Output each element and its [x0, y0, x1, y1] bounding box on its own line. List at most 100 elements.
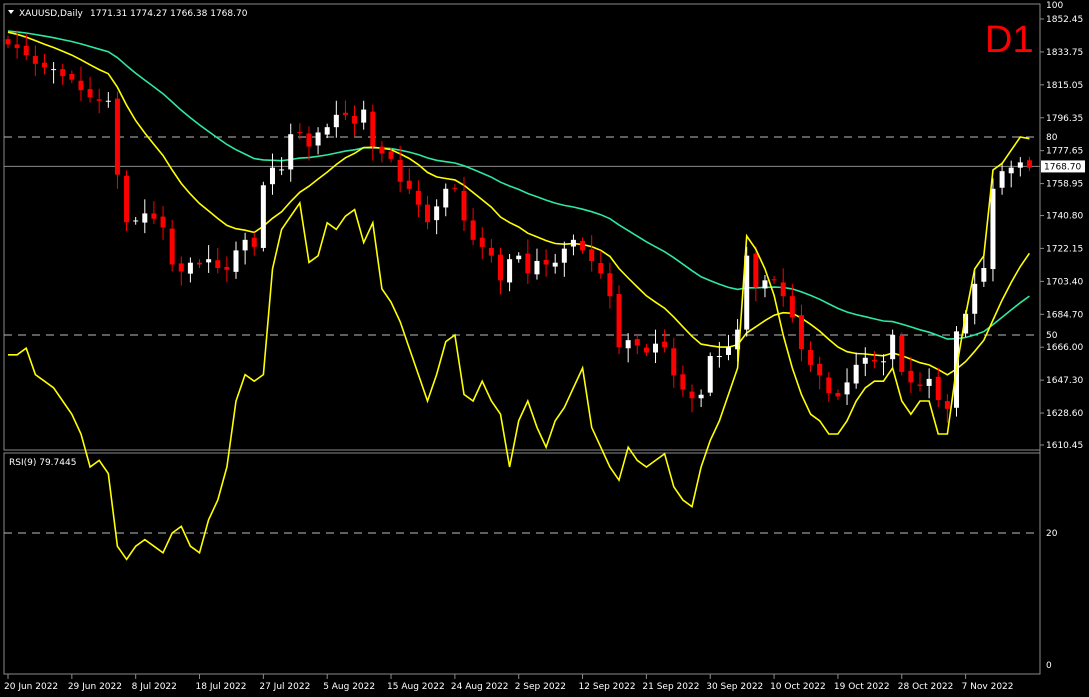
rsi-tick-label: 50: [1046, 331, 1058, 341]
candle-body: [142, 213, 148, 223]
time-tick-label: 2 Sep 2022: [515, 682, 566, 692]
candle-body: [944, 401, 950, 409]
price-tick-label: 1852.45: [1046, 15, 1083, 25]
rsi-levels: 100 80 50 20 0: [4, 1, 1063, 671]
candle-body: [461, 190, 467, 221]
candle-body: [917, 384, 923, 386]
price-tick-label: 1758.95: [1046, 180, 1083, 190]
candle-body: [534, 260, 540, 275]
rsi-series: [8, 136, 1030, 561]
price-tick-label: 1610.45: [1046, 441, 1083, 451]
candle-body: [260, 185, 266, 248]
candle-body: [105, 100, 111, 102]
candle-body: [23, 45, 29, 55]
candle-body: [233, 250, 239, 272]
price-tick-label: 1628.60: [1046, 409, 1083, 419]
candle-body: [269, 167, 275, 185]
time-tick-label: 8 Jul 2022: [132, 682, 177, 692]
candle-body: [662, 341, 668, 348]
time-tick-label: 12 Sep 2022: [579, 682, 636, 692]
candle-body: [60, 69, 66, 77]
candle-body: [625, 340, 631, 349]
time-tick-label: 21 Sep 2022: [642, 682, 699, 692]
candle-body: [972, 283, 978, 314]
candle-body: [87, 89, 93, 98]
time-tick-label: 28 Oct 2022: [898, 682, 954, 692]
price-panel-frame: [3, 3, 1041, 451]
candle-body: [41, 62, 47, 68]
time-tick-label: 30 Sep 2022: [706, 682, 763, 692]
symbol-title: XAUUSD,Daily: [19, 9, 83, 19]
candle-body: [96, 99, 102, 101]
candle-body: [853, 364, 859, 384]
time-tick-label: 27 Jul 2022: [259, 682, 310, 692]
time-tick-label: 24 Aug 2022: [451, 682, 509, 692]
candle-body: [525, 253, 531, 274]
candle-body: [169, 228, 175, 265]
candle-body: [780, 282, 786, 297]
candle-body: [634, 339, 640, 346]
price-tick-label: 1684.70: [1046, 310, 1083, 320]
candle-body: [470, 220, 476, 240]
candle-body: [598, 263, 604, 274]
price-tick-label: 1647.30: [1046, 376, 1083, 386]
candle-body: [753, 253, 759, 288]
candle-body: [315, 132, 321, 146]
candle-body: [78, 80, 84, 91]
rsi-title: RSI(9) 79.7445: [9, 458, 76, 468]
candle-body: [324, 127, 330, 135]
current-price-label: 1768.70: [1044, 162, 1081, 172]
candle-body: [14, 44, 20, 48]
candle-body: [124, 175, 130, 223]
candle-body: [552, 262, 558, 267]
candle-body: [1026, 160, 1032, 168]
candle-body: [151, 213, 157, 219]
candle-body: [516, 255, 522, 260]
candle-body: [653, 343, 659, 353]
candle-body: [288, 134, 294, 170]
candle-body: [51, 69, 57, 71]
candle-body: [890, 334, 896, 360]
price-tick-label: 1740.80: [1046, 212, 1083, 222]
ma-slow-line: [7, 30, 1030, 340]
time-tick-label: 18 Jul 2022: [196, 682, 247, 692]
candle-body: [771, 279, 777, 281]
price-tick-label: 1703.40: [1046, 277, 1083, 287]
candle-body: [443, 188, 449, 208]
candle-body: [789, 296, 795, 318]
price-tick-label: 1833.75: [1046, 48, 1083, 58]
candle-body: [1017, 162, 1023, 168]
candle-body: [680, 374, 686, 390]
candle-body: [871, 359, 877, 362]
candle-body: [397, 159, 403, 182]
ma-fast-line: [7, 31, 1031, 376]
candle-body: [206, 259, 212, 263]
collapse-triangle-icon[interactable]: [8, 10, 14, 14]
candle-body: [707, 356, 713, 393]
time-tick-label: 15 Aug 2022: [387, 682, 445, 692]
candle-body: [698, 394, 704, 399]
price-scale: 1852.45 1833.75 1815.05 1796.35 1777.65 1758.…: [4, 15, 1085, 451]
candle-body: [826, 377, 832, 393]
candle-body: [999, 171, 1005, 188]
candle-body: [251, 237, 257, 247]
candle-body: [425, 204, 431, 223]
candle-body: [306, 133, 312, 147]
time-tick-label: 20 Jun 2022: [4, 682, 58, 692]
candle-body: [187, 262, 193, 274]
candle-body: [570, 239, 576, 247]
candle-body: [762, 280, 768, 289]
time-tick-label: 7 Nov 2022: [962, 682, 1014, 692]
time-tick-label: 5 Aug 2022: [323, 682, 375, 692]
candle-body: [69, 74, 75, 80]
candle-body: [406, 180, 412, 189]
price-tick-label: 1722.15: [1046, 244, 1083, 254]
rsi-panel-frame: [3, 452, 1041, 675]
candle-body: [32, 56, 38, 64]
candle-body: [835, 392, 841, 397]
chart-area[interactable]: 1852.45 1833.75 1815.05 1796.35 1777.65 1758.…: [0, 0, 1089, 697]
candle-body: [434, 206, 440, 221]
candle-body: [224, 266, 230, 270]
candle-body: [242, 239, 248, 251]
candle-body: [589, 249, 595, 261]
